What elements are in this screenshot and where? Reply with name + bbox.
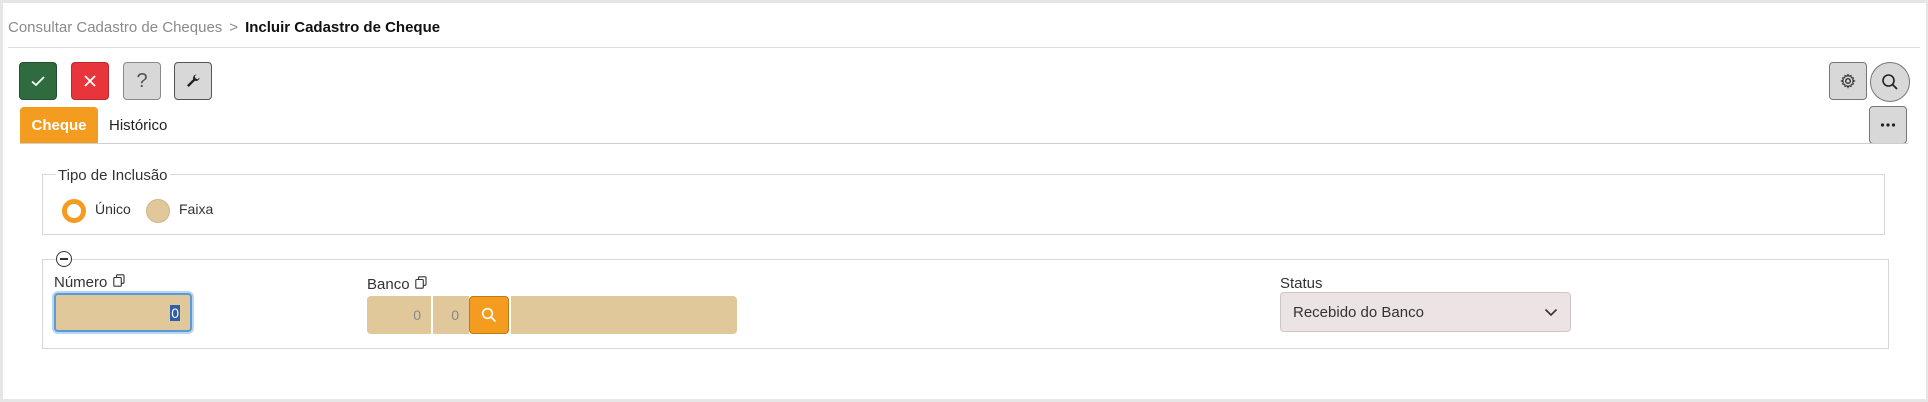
status-selected-value: Recebido do Banco xyxy=(1293,303,1424,321)
radio-faixa-label[interactable]: Faixa xyxy=(179,201,213,217)
confirm-button[interactable] xyxy=(19,62,57,100)
tools-button[interactable] xyxy=(174,62,212,100)
breadcrumb-current: Incluir Cadastro de Cheque xyxy=(245,19,441,36)
banco-field-label: Banco xyxy=(367,276,427,293)
numero-value: 0 xyxy=(170,304,180,321)
banco-search-button[interactable] xyxy=(469,296,509,334)
banco-code-value: 0 xyxy=(413,307,421,323)
wrench-icon xyxy=(187,74,200,87)
chevron-down-icon xyxy=(1544,308,1558,316)
tabs-divider xyxy=(20,143,1908,144)
copy-icon[interactable] xyxy=(112,274,125,287)
tipo-inclusao-group xyxy=(42,174,1885,235)
status-label: Status xyxy=(1280,275,1323,292)
tab-cheque[interactable]: Cheque xyxy=(20,107,98,143)
status-select[interactable]: Recebido do Banco xyxy=(1280,292,1571,332)
banco-label-text: Banco xyxy=(367,276,410,293)
tab-historico[interactable]: Histórico xyxy=(109,117,167,134)
search-icon xyxy=(481,307,497,323)
banco-code-input[interactable]: 0 xyxy=(367,296,431,334)
settings-button[interactable] xyxy=(1829,62,1867,100)
help-icon: ? xyxy=(136,69,148,92)
numero-input[interactable]: 0 xyxy=(54,293,192,332)
search-icon xyxy=(1882,74,1898,90)
cheque-fields-group xyxy=(42,259,1889,349)
banco-agency-value: 0 xyxy=(451,307,459,323)
close-icon xyxy=(84,75,96,87)
banco-agency-input[interactable]: 0 xyxy=(433,296,469,334)
numero-label-text: Número xyxy=(54,274,108,291)
breadcrumb: Consultar Cadastro de Cheques > Incluir Ca… xyxy=(8,19,440,36)
check-icon xyxy=(31,76,45,87)
numero-field-label: Número xyxy=(54,274,125,291)
help-button[interactable]: ? xyxy=(123,62,161,100)
radio-unico[interactable] xyxy=(62,199,86,223)
banco-name-field[interactable] xyxy=(511,296,737,334)
more-options-button[interactable] xyxy=(1869,106,1907,144)
cancel-button[interactable] xyxy=(71,62,109,100)
header-divider xyxy=(8,47,1920,48)
radio-unico-label[interactable]: Único xyxy=(95,201,131,217)
copy-icon[interactable] xyxy=(414,276,427,289)
more-horizontal-icon xyxy=(1880,123,1896,127)
radio-faixa[interactable] xyxy=(146,199,170,223)
breadcrumb-parent-link[interactable]: Consultar Cadastro de Cheques xyxy=(8,19,222,36)
breadcrumb-separator: > xyxy=(229,19,239,36)
tipo-inclusao-legend: Tipo de Inclusão xyxy=(56,167,170,184)
collapse-icon[interactable] xyxy=(56,251,72,267)
gear-icon xyxy=(1840,73,1856,89)
page-search-button[interactable] xyxy=(1870,62,1910,102)
